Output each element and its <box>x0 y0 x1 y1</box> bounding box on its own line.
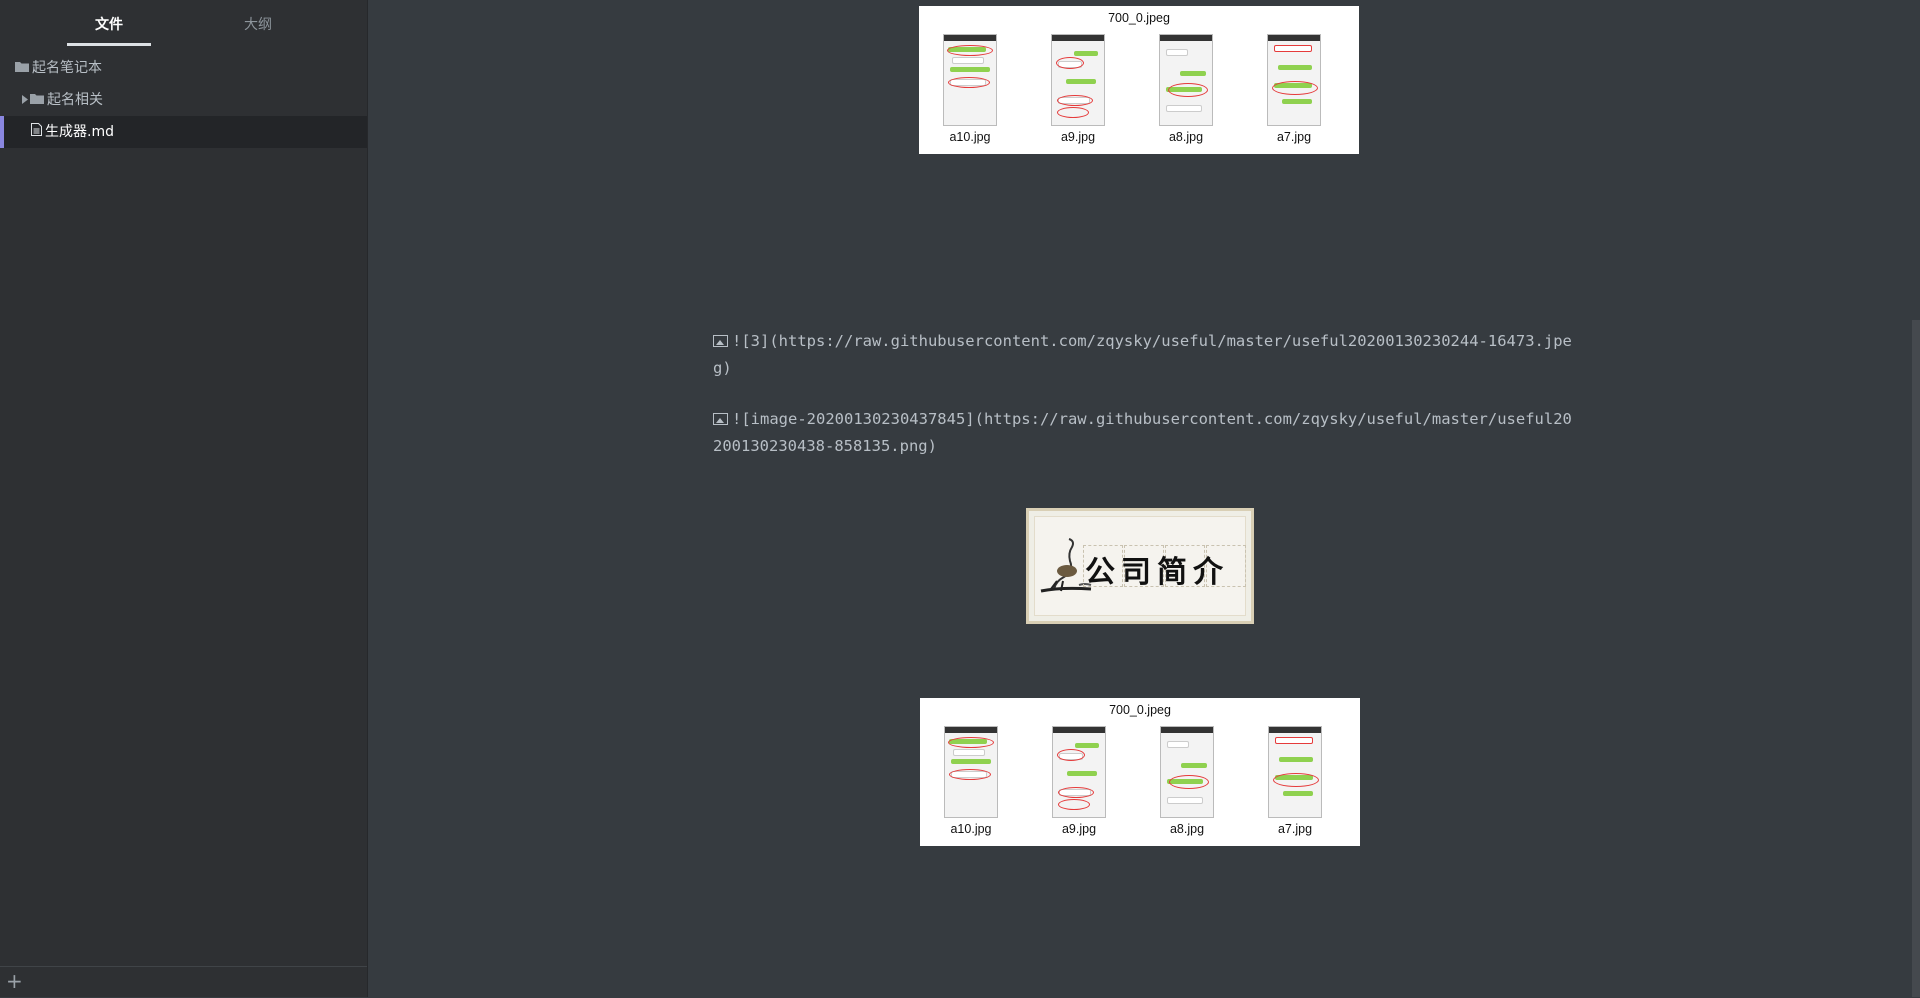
thumbnail <box>943 34 997 126</box>
image-preview-bottom: 700_0.jpeg a10.jpg a9.jpg a8.jpg a7.jpg <box>920 698 1360 846</box>
thumbnail-label: a9.jpg <box>1061 822 1097 836</box>
banner-text: 公司简介 <box>1085 555 1229 590</box>
tree-item-label: 起名笔记本 <box>32 60 102 76</box>
folder-icon <box>15 52 29 84</box>
tree-item-file[interactable]: 生成器.md <box>31 116 114 148</box>
thumbnail-label: a8.jpg <box>1169 822 1205 836</box>
tree-item-notebook[interactable]: 起名笔记本 <box>15 52 102 84</box>
image-preview-top: 700_0.jpeg a10.jpg a9.jpg a8.jpg a7.jpg <box>919 6 1359 154</box>
tree-item-label: 起名相关 <box>47 92 103 108</box>
sidebar: 文件 大纲 起名笔记本 起名相关 生成器.md + <box>0 0 368 997</box>
tree-item-folder[interactable]: 起名相关 <box>22 84 103 116</box>
thumbnail-label: a7.jpg <box>1276 130 1312 144</box>
active-tab-indicator <box>67 43 151 46</box>
thumbnail <box>1052 726 1106 818</box>
image-title: 700_0.jpeg <box>1109 703 1171 717</box>
chevron-right-icon[interactable] <box>22 84 28 116</box>
editor-area[interactable]: 700_0.jpeg a10.jpg a9.jpg a8.jpg a7.jpg … <box>368 0 1920 997</box>
scrollbar[interactable] <box>1912 320 1920 997</box>
thumbnail <box>1267 34 1321 126</box>
image-title: 700_0.jpeg <box>1108 11 1170 25</box>
company-intro-banner-image: 公司简介 <box>1026 508 1254 624</box>
thumbnail-label: a7.jpg <box>1277 822 1313 836</box>
thumbnail <box>1159 34 1213 126</box>
add-icon[interactable]: + <box>6 970 23 992</box>
tree-item-label: 生成器.md <box>45 124 114 140</box>
tab-files[interactable]: 文件 <box>67 14 151 34</box>
thumbnail-label: a9.jpg <box>1060 130 1096 144</box>
markdown-text: ![3](https://raw.githubusercontent.com/z… <box>713 332 1572 377</box>
markdown-image-source-1[interactable]: ![3](https://raw.githubusercontent.com/z… <box>713 328 1573 382</box>
thumbnail-label: a10.jpg <box>950 822 992 836</box>
folder-icon <box>30 84 44 116</box>
markdown-image-source-2[interactable]: ![image-20200130230437845](https://raw.g… <box>713 406 1573 460</box>
sidebar-footer: + <box>0 966 367 998</box>
selected-row-accent <box>0 116 4 148</box>
file-icon <box>31 116 42 148</box>
markdown-text: ![image-20200130230437845](https://raw.g… <box>713 410 1572 455</box>
sidebar-tabs: 文件 大纲 <box>0 0 367 50</box>
thumbnail <box>944 726 998 818</box>
thumbnail <box>1268 726 1322 818</box>
thumbnail <box>1160 726 1214 818</box>
image-icon <box>713 413 728 425</box>
thumbnail-label: a10.jpg <box>949 130 991 144</box>
tab-outline[interactable]: 大纲 <box>216 14 300 34</box>
thumbnail-label: a8.jpg <box>1168 130 1204 144</box>
image-icon <box>713 335 728 347</box>
thumbnail <box>1051 34 1105 126</box>
